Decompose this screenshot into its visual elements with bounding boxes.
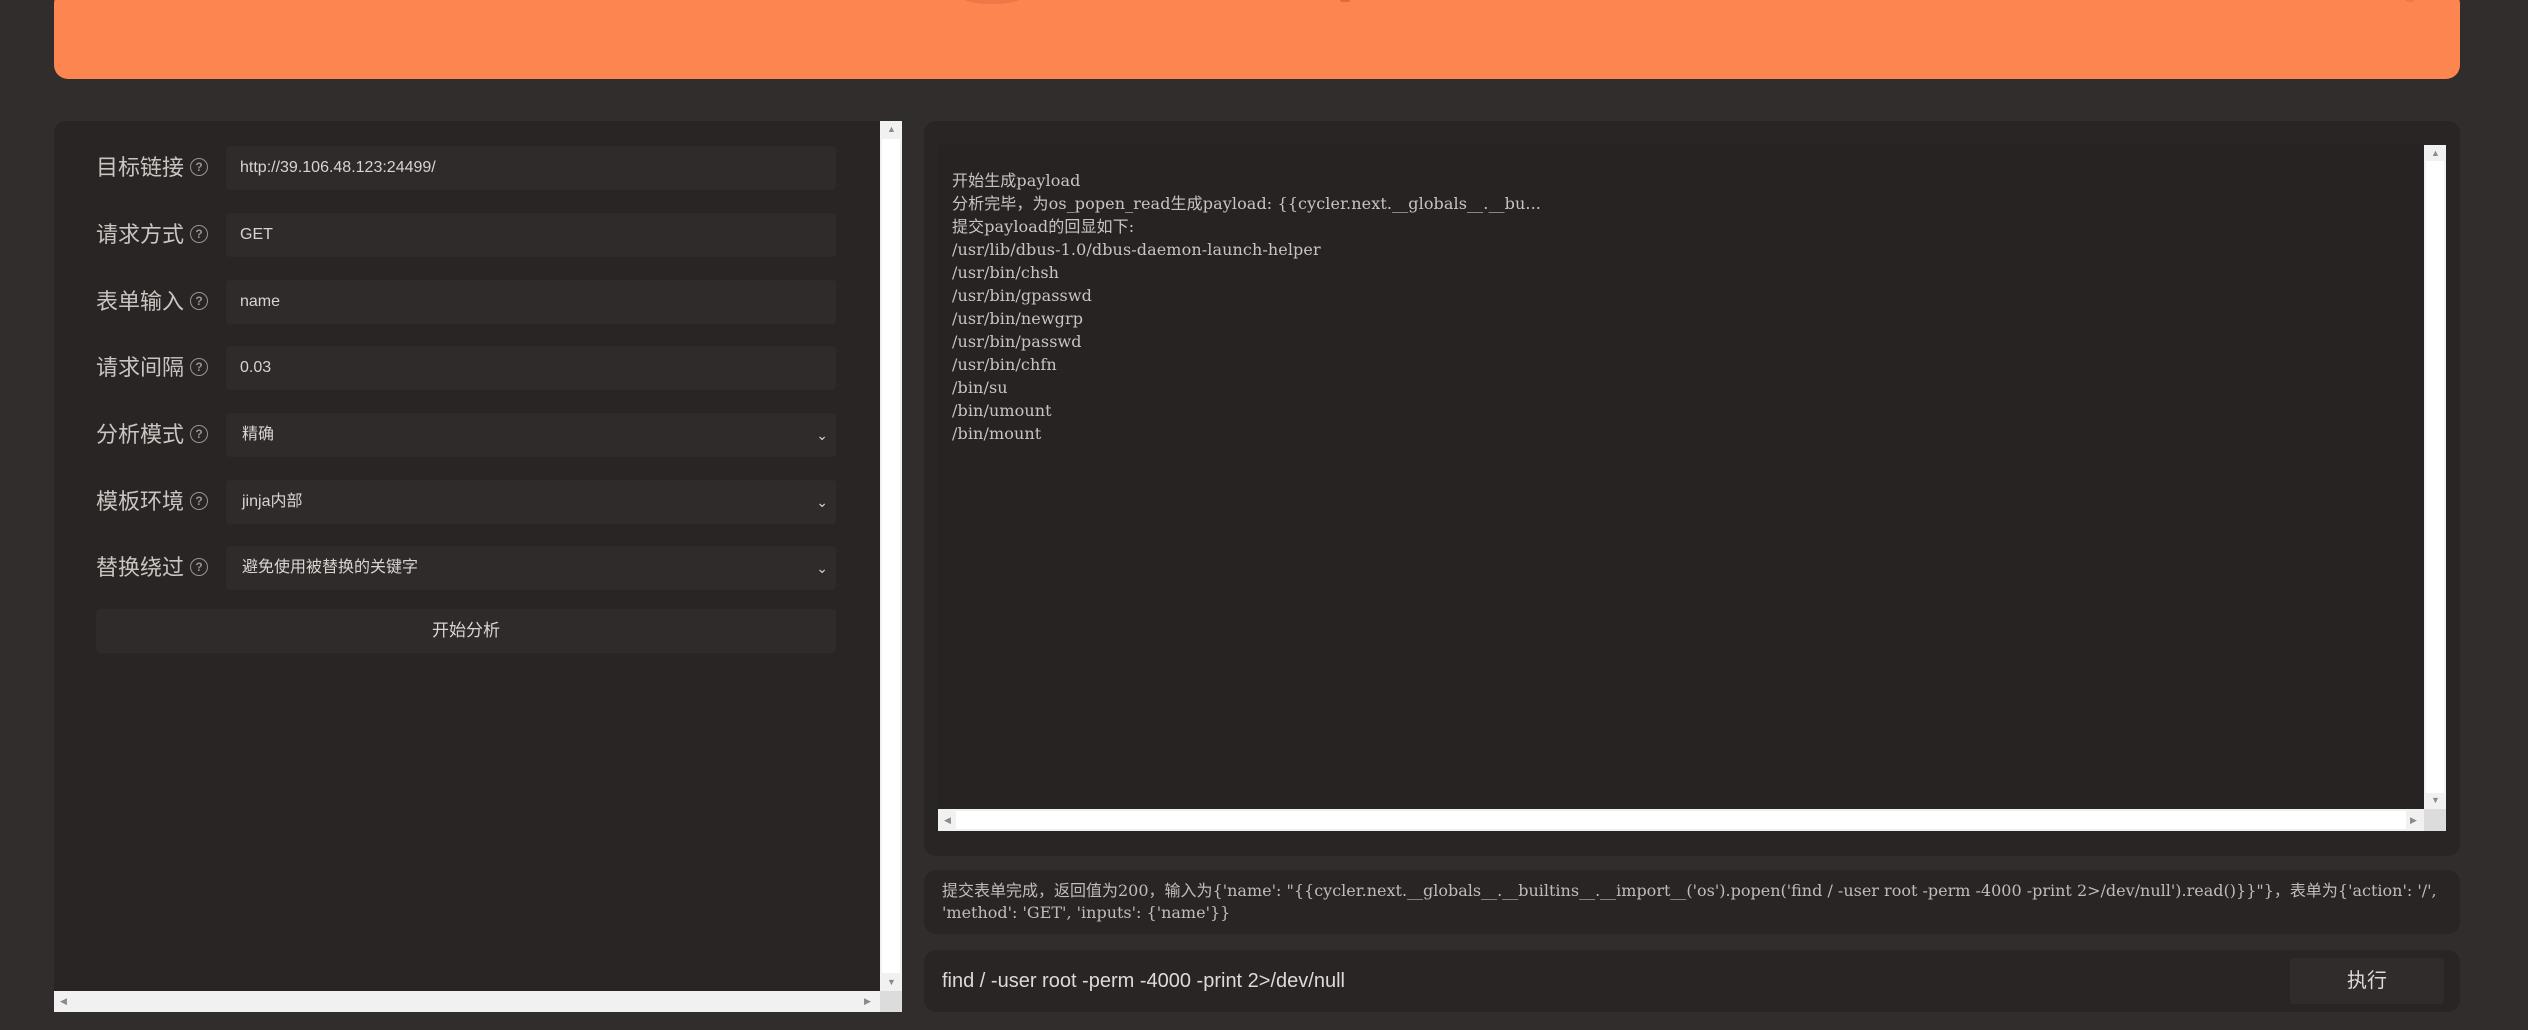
output-line: /usr/bin/passwd [952,332,1082,351]
form-input-field[interactable]: name [226,280,836,324]
replace-bypass-label: 替换绕过 [96,555,185,580]
chevron-down-icon: ⌄ [816,427,828,443]
help-icon[interactable]: ? [190,492,208,510]
replace-bypass-value: 避免使用被替换的关键字 [242,559,419,576]
command-input[interactable]: find / -user root -perm -4000 -print 2>/… [942,950,1345,1012]
chevron-down-icon: ⌄ [816,494,828,510]
help-icon[interactable]: ? [190,425,208,443]
help-icon[interactable]: ? [190,558,208,576]
banner-decoration [2404,0,2416,2]
vertical-scrollbar[interactable]: ▲ ▼ [880,121,902,991]
output-line: /usr/bin/chfn [952,355,1057,374]
help-icon[interactable]: ? [190,358,208,376]
banner-decoration [1340,0,1350,2]
output-panel: 开始生成payload 分析完毕，为os_popen_read生成payload:… [924,121,2460,856]
output-line: /usr/bin/newgrp [952,309,1084,328]
replace-bypass-select[interactable]: 避免使用被替换的关键字 ⌄ [226,546,836,590]
help-icon[interactable]: ? [190,225,208,243]
output-line: 提交payload的回显如下: [952,217,1135,236]
target-url-input[interactable]: http://39.106.48.123:24499/ [226,146,836,190]
analysis-mode-select[interactable]: 精确 ⌄ [226,413,836,457]
analysis-mode-row: 分析模式 ? 精确 ⌄ [96,413,836,457]
scrollbar-corner [880,991,902,1012]
output-line: /usr/bin/chsh [952,263,1060,282]
form-input-label: 表单输入 [96,289,185,314]
interval-input[interactable]: 0.03 [226,346,836,390]
scrollbar-thumb[interactable] [956,811,2406,829]
scroll-up-arrow-icon[interactable]: ▲ [887,124,896,134]
interval-label: 请求间隔 [96,355,185,380]
scrollbar-thumb[interactable] [2426,161,2444,793]
horizontal-scrollbar[interactable]: ◀ ▶ [54,991,880,1012]
scrollbar-thumb[interactable] [882,139,900,973]
help-icon[interactable]: ? [190,292,208,310]
scroll-down-arrow-icon[interactable]: ▼ [887,977,896,987]
scroll-right-arrow-icon[interactable]: ▶ [864,996,871,1006]
top-banner [54,0,2460,79]
output-line: 分析完毕，为os_popen_read生成payload: {{cycler.n… [952,194,1541,213]
method-input[interactable]: GET [226,213,836,257]
status-message: 提交表单完成，返回值为200，输入为{'name': "{{cycler.nex… [942,881,2442,922]
status-panel: 提交表单完成，返回值为200，输入为{'name': "{{cycler.nex… [924,870,2460,934]
command-panel: find / -user root -perm -4000 -print 2>/… [924,950,2460,1012]
output-log[interactable]: 开始生成payload 分析完毕，为os_popen_read生成payload:… [938,145,2446,831]
vertical-scrollbar[interactable]: ▲ ▼ [2424,145,2446,809]
output-line: /bin/umount [952,401,1052,420]
analysis-mode-label: 分析模式 [96,422,185,447]
method-row: 请求方式 ? GET [96,213,836,257]
scrollbar-corner [2424,809,2446,831]
scroll-down-arrow-icon[interactable]: ▼ [2431,795,2440,805]
template-env-select[interactable]: jinja内部 ⌄ [226,480,836,524]
scroll-left-arrow-icon[interactable]: ◀ [944,815,951,825]
method-label: 请求方式 [96,222,185,247]
replace-bypass-row: 替换绕过 ? 避免使用被替换的关键字 ⌄ [96,546,836,590]
start-analysis-button[interactable]: 开始分析 [96,609,836,653]
interval-row: 请求间隔 ? 0.03 [96,346,836,390]
scroll-left-arrow-icon[interactable]: ◀ [60,996,67,1006]
scroll-right-arrow-icon[interactable]: ▶ [2410,815,2417,825]
output-line: /usr/lib/dbus-1.0/dbus-daemon-launch-hel… [952,240,1321,259]
output-line: /bin/mount [952,424,1042,443]
output-line: /usr/bin/gpasswd [952,286,1092,305]
target-url-row: 目标链接 ? http://39.106.48.123:24499/ [96,146,836,190]
config-panel: 目标链接 ? http://39.106.48.123:24499/ 请求方式 … [54,121,902,1012]
output-text: 开始生成payload 分析完毕，为os_popen_read生成payload:… [952,169,1541,445]
execute-button[interactable]: 执行 [2290,958,2444,1004]
help-icon[interactable]: ? [190,158,208,176]
chevron-down-icon: ⌄ [816,560,828,576]
output-line: 开始生成payload [952,171,1081,190]
banner-decoration [962,0,1022,4]
horizontal-scrollbar[interactable]: ◀ ▶ [938,809,2424,831]
target-url-label: 目标链接 [96,155,185,180]
output-line: /bin/su [952,378,1008,397]
form-input-row: 表单输入 ? name [96,280,836,324]
template-env-row: 模板环境 ? jinja内部 ⌄ [96,480,836,524]
analysis-mode-value: 精确 [242,426,275,443]
scroll-up-arrow-icon[interactable]: ▲ [2431,148,2440,158]
template-env-label: 模板环境 [96,489,185,514]
template-env-value: jinja内部 [242,493,303,510]
